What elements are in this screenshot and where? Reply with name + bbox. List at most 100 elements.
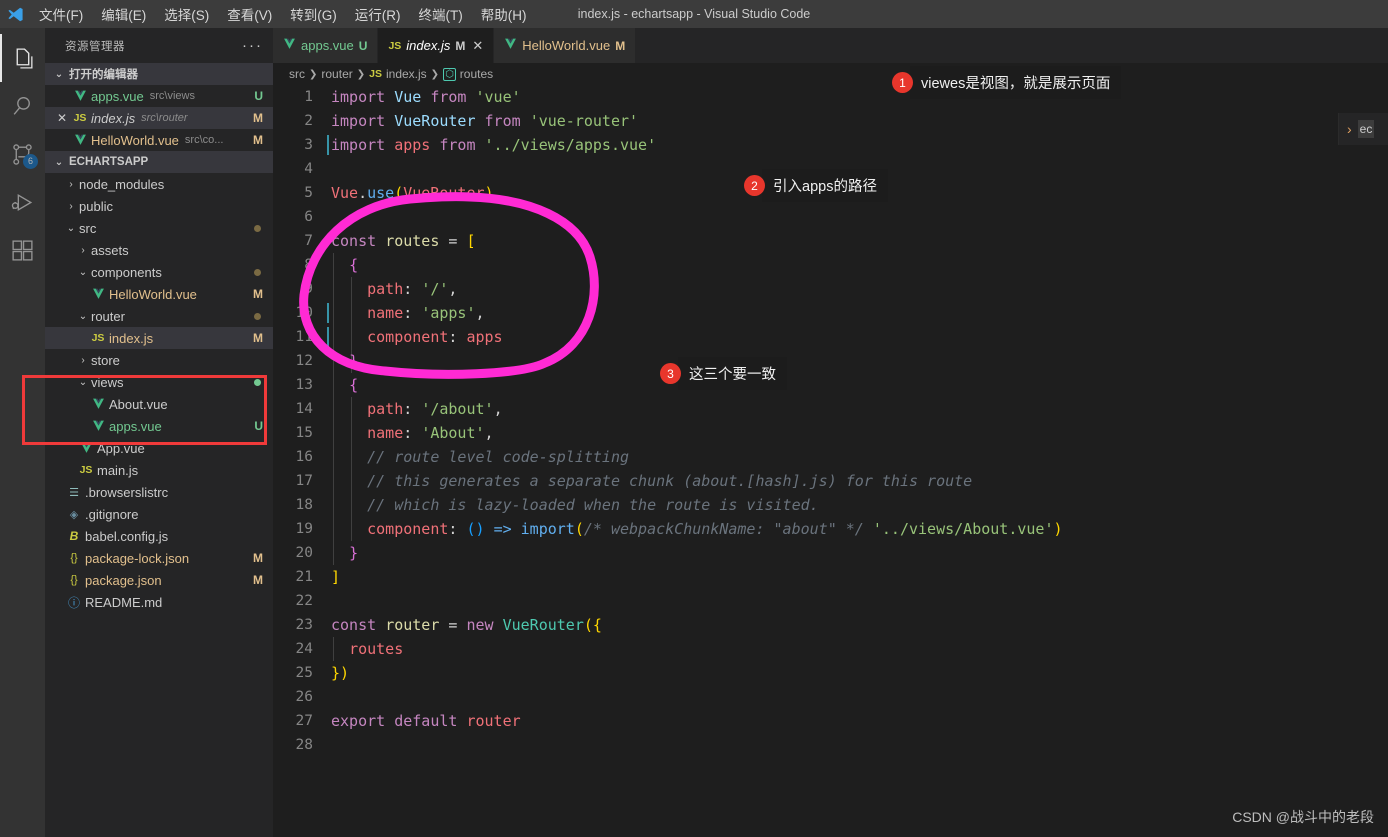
- tree-item-browserslistrc[interactable]: ☰ .browserslistrc: [45, 481, 273, 503]
- peek-panel[interactable]: › ec: [1338, 113, 1388, 145]
- peek-text: ec: [1357, 120, 1375, 138]
- tab-close-icon[interactable]: ✕: [472, 38, 483, 54]
- code-line-8[interactable]: 8 {: [273, 253, 1388, 277]
- tab-apps-vue[interactable]: apps.vue U: [273, 28, 379, 63]
- tree-item-label: package.json: [85, 572, 162, 588]
- code-line-13[interactable]: 13 {: [273, 373, 1388, 397]
- tree-item-about-vue[interactable]: About.vue: [45, 393, 273, 415]
- line-number: 4: [304, 161, 313, 177]
- js-icon: JS: [91, 332, 105, 344]
- breadcrumb-item-router[interactable]: router: [321, 67, 352, 81]
- code-line-16[interactable]: 16 // route level code-splitting: [273, 445, 1388, 469]
- chevron-right-icon[interactable]: ›: [1347, 121, 1352, 137]
- menu-file[interactable]: 文件(F): [30, 1, 92, 27]
- tree-item-assets[interactable]: › assets: [45, 239, 273, 261]
- tree-item-views[interactable]: ⌄ views: [45, 371, 273, 393]
- menu-help[interactable]: 帮助(H): [472, 1, 536, 27]
- tree-item-helloworld-vue[interactable]: HelloWorld.vue M: [45, 283, 273, 305]
- chevron-right-icon: ›: [69, 200, 73, 212]
- tree-item-index-js[interactable]: JS index.js M: [45, 327, 273, 349]
- code-line-26[interactable]: 26: [273, 685, 1388, 709]
- code-line-10[interactable]: 10 name: 'apps',: [273, 301, 1388, 325]
- menu-view[interactable]: 查看(V): [218, 1, 281, 27]
- tab-status: M: [615, 38, 626, 53]
- code-line-21[interactable]: 21]: [273, 565, 1388, 589]
- folder-change-dot: [254, 268, 261, 276]
- tree-item-label: .browserslistrc: [85, 484, 169, 500]
- code-line-19[interactable]: 19 component: () => import(/* webpackChu…: [273, 517, 1388, 541]
- code-line-20[interactable]: 20 }: [273, 541, 1388, 565]
- open-editor-index-js[interactable]: ✕ JS index.js src\router M: [45, 107, 273, 129]
- code-line-14[interactable]: 14 path: '/about',: [273, 397, 1388, 421]
- code-line-28[interactable]: 28: [273, 733, 1388, 757]
- more-actions-icon[interactable]: ···: [242, 37, 263, 54]
- menu-go[interactable]: 转到(G): [281, 1, 346, 27]
- tree-item-store[interactable]: › store: [45, 349, 273, 371]
- tree-item-label: babel.config.js: [85, 528, 169, 544]
- code-line-7[interactable]: 7 const routes = [: [273, 229, 1388, 253]
- tree-item-node-modules[interactable]: › node_modules: [45, 173, 273, 195]
- tree-item-readme-md[interactable]: ⓘ README.md: [45, 591, 273, 613]
- menu-terminal[interactable]: 终端(T): [410, 1, 472, 27]
- tree-item-public[interactable]: › public: [45, 195, 273, 217]
- code-line-27[interactable]: 27 export default router: [273, 709, 1388, 733]
- tree-item-babel-config-js[interactable]: Bbabel.config.js: [45, 525, 273, 547]
- menu-bar[interactable]: 文件(F) 编辑(E) 选择(S) 查看(V) 转到(G) 运行(R) 终端(T…: [30, 1, 536, 27]
- run-debug-icon: [10, 190, 35, 215]
- tree-item-gitignore[interactable]: ◈ .gitignore: [45, 503, 273, 525]
- tree-item-main-js[interactable]: JS main.js: [45, 459, 273, 481]
- open-editor-helloworld-vue[interactable]: HelloWorld.vue src\co... M: [45, 129, 273, 151]
- tree-item-router[interactable]: ⌄ router: [45, 305, 273, 327]
- code-line-6[interactable]: 6: [273, 205, 1388, 229]
- breadcrumb-item-src[interactable]: src: [289, 67, 305, 81]
- tab-helloworld-vue[interactable]: HelloWorld.vue M: [494, 28, 637, 63]
- tab-index-js[interactable]: JS index.js M ✕: [378, 28, 495, 63]
- annotation-callout-3: 3 这三个要一致: [660, 357, 787, 390]
- chevron-right-icon: ❯: [430, 68, 440, 80]
- vue-icon: [89, 398, 107, 410]
- tree-item-label: HelloWorld.vue: [109, 286, 197, 302]
- tree-item-components[interactable]: ⌄ components: [45, 261, 273, 283]
- tree-item-apps-vue[interactable]: apps.vue U: [45, 415, 273, 437]
- tree-item-package-lock-json[interactable]: {} package-lock.json M: [45, 547, 273, 569]
- code-line-9[interactable]: 9 path: '/',: [273, 277, 1388, 301]
- tree-item-package-json[interactable]: {} package.json M: [45, 569, 273, 591]
- json-icon: {}: [70, 574, 78, 586]
- code-line-24[interactable]: 24 routes: [273, 637, 1388, 661]
- open-editor-desc: src\co...: [184, 134, 224, 146]
- activity-source-control[interactable]: 6: [0, 130, 45, 178]
- tree-item-src[interactable]: ⌄ src: [45, 217, 273, 239]
- section-open-editors[interactable]: ⌄ 打开的编辑器: [45, 63, 273, 85]
- code-line-22[interactable]: 22: [273, 589, 1388, 613]
- code-line-1[interactable]: 1 import Vue from 'vue': [273, 85, 1388, 109]
- code-line-15[interactable]: 15 name: 'About',: [273, 421, 1388, 445]
- code-line-23[interactable]: 23 const router = new VueRouter({: [273, 613, 1388, 637]
- vue-icon: [71, 134, 89, 146]
- code-line-2[interactable]: 2 import VueRouter from 'vue-router': [273, 109, 1388, 133]
- code-line-11[interactable]: 11 component: apps: [273, 325, 1388, 349]
- breadcrumb-item-symbol[interactable]: routes: [460, 67, 493, 81]
- breadcrumb-item-file[interactable]: index.js: [386, 67, 427, 81]
- menu-edit[interactable]: 编辑(E): [92, 1, 155, 27]
- code-line-18[interactable]: 18 // which is lazy-loaded when the rout…: [273, 493, 1388, 517]
- line-number: 13: [295, 377, 313, 393]
- code-line-3[interactable]: 3 import apps from '../views/apps.vue': [273, 133, 1388, 157]
- code-line-17[interactable]: 17 // this generates a separate chunk (a…: [273, 469, 1388, 493]
- tree-item-app-vue[interactable]: App.vue: [45, 437, 273, 459]
- section-project-root[interactable]: ⌄ ECHARTSAPP: [45, 151, 273, 173]
- callout-text: viewes是视图，就是展示页面: [910, 66, 1122, 99]
- open-editor-name: HelloWorld.vue: [91, 132, 179, 148]
- code-line-12[interactable]: 12 },: [273, 349, 1388, 373]
- activity-extensions[interactable]: [0, 226, 45, 274]
- open-editor-apps-vue[interactable]: apps.vue src\views U: [45, 85, 273, 107]
- line-number: 26: [295, 689, 313, 705]
- menu-run[interactable]: 运行(R): [346, 1, 410, 27]
- code-line-25[interactable]: 25}): [273, 661, 1388, 685]
- menu-selection[interactable]: 选择(S): [155, 1, 218, 27]
- line-content: const router = new VueRouter({: [331, 616, 602, 634]
- activity-explorer[interactable]: [0, 34, 45, 82]
- activity-search[interactable]: [0, 82, 45, 130]
- line-number: 2: [304, 113, 313, 129]
- activity-run-debug[interactable]: [0, 178, 45, 226]
- close-icon[interactable]: ✕: [53, 111, 71, 125]
